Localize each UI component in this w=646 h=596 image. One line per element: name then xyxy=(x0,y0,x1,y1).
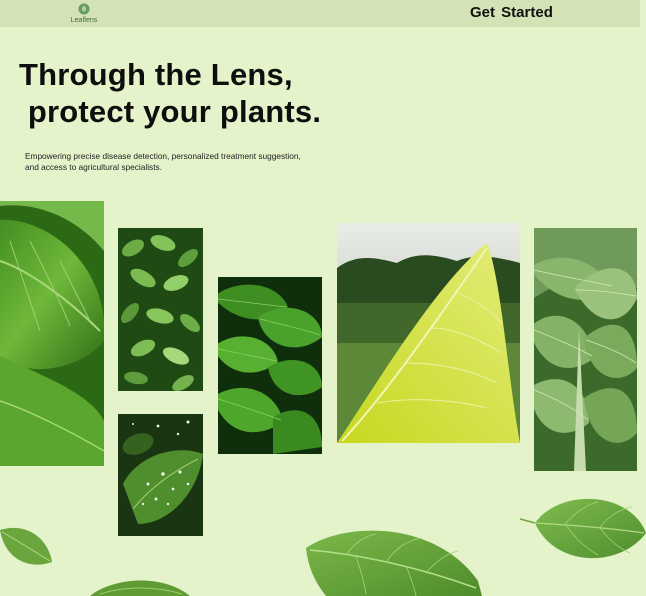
leaf-logo-icon xyxy=(78,3,90,15)
get-started-button[interactable]: Get Started xyxy=(470,4,553,21)
decorative-leaf-icon xyxy=(90,580,190,596)
yellow-leaf-field-photo xyxy=(337,223,520,443)
brand-logo[interactable]: Leaflens xyxy=(66,3,102,25)
wet-leaves-photo xyxy=(218,277,322,454)
large-leaf-photo xyxy=(0,201,104,466)
brand-name: Leaflens xyxy=(70,17,98,24)
decorative-leaf-icon xyxy=(520,498,646,559)
dewy-leaf-photo xyxy=(118,414,203,536)
decorative-leaf-icon xyxy=(306,530,482,596)
decorative-leaf-icon xyxy=(0,527,52,565)
top-navigation-bar: Leaflens Get Started xyxy=(0,0,640,27)
tea-plant-photo xyxy=(118,228,203,391)
hero-subtitle: Empowering precise disease detection, pe… xyxy=(25,151,301,172)
tobacco-plant-photo xyxy=(534,228,637,471)
hero-headline: Through the Lens, protect your plants. xyxy=(19,57,322,129)
